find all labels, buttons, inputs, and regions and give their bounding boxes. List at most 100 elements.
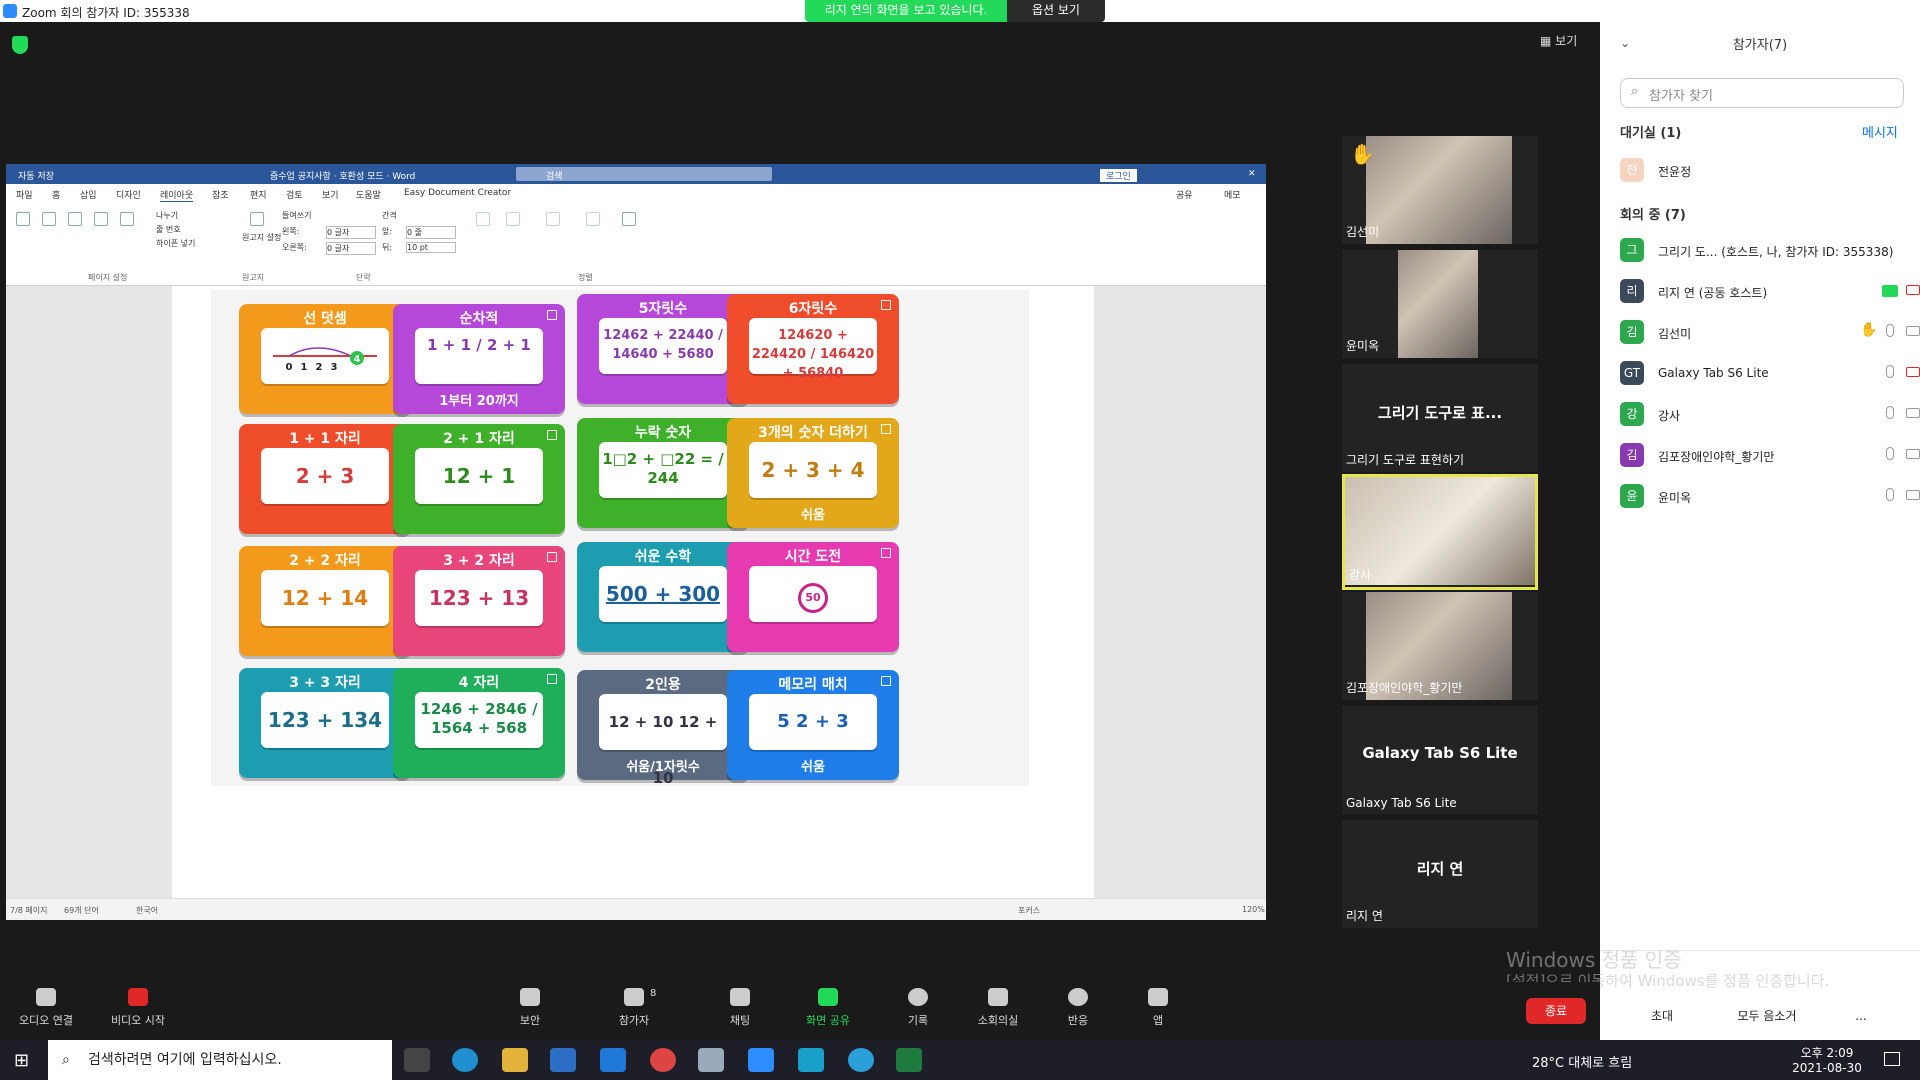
video-tile[interactable]: 그리기 도구로 표... 그리기 도구로 표현하기 [1342,364,1538,472]
in-meeting-header[interactable]: 회의 중 (7) [1620,204,1686,223]
share-screen-button[interactable]: 화면 공유 [788,988,868,1028]
page-count[interactable]: 7/8 페이지 [10,905,48,916]
task-view-icon[interactable] [404,1048,430,1072]
paint-icon[interactable] [650,1048,676,1072]
participant-row[interactable]: 리 리지 연 (공동 호스트) [1620,277,1920,307]
chat-button[interactable]: 채팅 [700,988,780,1028]
indent-left-input[interactable]: 0 글자 [326,226,376,239]
participant-row[interactable]: 김 김선미 ✋ [1620,318,1920,348]
file-explorer-icon[interactable] [502,1048,528,1072]
excel-icon[interactable] [896,1048,922,1072]
zoom-taskbar-icon[interactable] [748,1048,774,1072]
focus-button[interactable]: 포커스 [1018,905,1040,916]
end-meeting-button[interactable]: 종료 [1526,998,1586,1024]
size-icon[interactable] [94,212,108,226]
participant-row[interactable]: GT Galaxy Tab S6 Lite [1620,359,1920,389]
tab-references[interactable]: 참조 [212,188,229,201]
mail-icon[interactable] [600,1048,626,1072]
tab-home[interactable]: 홈 [52,188,60,201]
line-numbers-button[interactable]: 줄 번호 [156,224,181,235]
bring-forward-icon[interactable] [546,212,560,226]
participant-row[interactable]: 윤 윤미옥 [1620,482,1920,512]
taskbar-search-input[interactable]: ⌕ 검색하려면 여기에 입력하십시오. [48,1040,392,1080]
edge-icon[interactable] [452,1048,478,1072]
indent-right-input[interactable]: 0 글자 [326,242,376,255]
apps-button[interactable]: 앱 [1118,988,1198,1028]
app-icon[interactable] [698,1048,724,1072]
windows-start-icon[interactable]: ⊞ [14,1050,29,1071]
video-tile[interactable]: Galaxy Tab S6 Lite Galaxy Tab S6 Lite [1342,706,1538,814]
columns-icon[interactable] [120,212,134,226]
word-search-box[interactable]: 검색 [516,167,772,182]
card-line-addition: 선 덧셈 01234 [239,304,411,414]
video-tile[interactable]: 윤미옥 [1342,250,1538,358]
zoom-level[interactable]: 120% [1242,905,1265,914]
word-count[interactable]: 69개 단어 [64,905,99,916]
orientation-icon[interactable] [68,212,82,226]
view-options-button[interactable]: 옵션 보기 [1007,0,1105,22]
video-button[interactable]: 비디오 시작 [98,988,178,1028]
invite-button[interactable]: 초대 [1640,1004,1684,1028]
signin-button[interactable]: 로그인 [1100,169,1137,182]
word-close-icon[interactable]: ✕ [1248,169,1256,179]
video-tile[interactable]: 리지 연 리지 연 [1342,820,1538,928]
more-options-button[interactable]: ... [1844,1004,1878,1028]
wrap-text-icon[interactable] [506,212,520,226]
spacing-after-input[interactable]: 10 pt [406,242,456,253]
view-layout-button[interactable]: ▦ 보기 [1540,32,1577,49]
security-button[interactable]: 보안 [490,988,570,1028]
reactions-button[interactable]: 반응 [1038,988,1118,1028]
card-4-digit: 4 자리 1246 + 2846 / 1564 + 568 [393,668,565,778]
send-backward-icon[interactable] [586,212,600,226]
breakout-button[interactable]: 소회의실 [958,988,1038,1028]
tab-view[interactable]: 보기 [322,188,339,201]
telegram-icon[interactable] [848,1048,874,1072]
record-button[interactable]: 기록 [878,988,958,1028]
waiting-participant[interactable]: 전 전윤정 [1620,156,1920,186]
margins-icon[interactable] [42,212,56,226]
svg-text:4: 4 [354,354,361,365]
participants-button[interactable]: 참가자 8 [594,988,674,1028]
selection-pane-icon[interactable] [622,212,636,226]
participant-row[interactable]: 김 김포장애인야학_황기만 [1620,441,1920,471]
share-button[interactable]: 공유 [1176,188,1193,201]
svg-text:3: 3 [331,362,338,373]
audio-button[interactable]: 오디오 연결 [6,988,86,1028]
tab-layout[interactable]: 레이아웃 [160,188,194,203]
tab-insert[interactable]: 삽입 [80,188,97,201]
store-icon[interactable] [550,1048,576,1072]
weather-widget[interactable]: 28°C 대체로 흐림 [1532,1052,1632,1071]
zoom-logo-icon [3,4,17,18]
tab-design[interactable]: 디자인 [116,188,141,201]
participant-row[interactable]: 강 강사 [1620,400,1920,430]
tab-help[interactable]: 도움말 [356,188,381,201]
tab-review[interactable]: 검토 [286,188,303,201]
waiting-room-header[interactable]: 대기실 (1) [1620,122,1681,141]
language-indicator[interactable]: 한국어 [136,905,158,916]
video-tile[interactable]: 김포장애인야학_황기만 [1342,592,1538,700]
breaks-button[interactable]: 나누기 [156,210,178,221]
memo-button[interactable]: 메모 [1224,188,1241,201]
encryption-shield-icon[interactable] [12,36,28,54]
system-clock[interactable]: 오후 2:09 2021-08-30 [1790,1044,1864,1075]
position-icon[interactable] [476,212,490,226]
participant-row[interactable]: 그 그리기 도... (호스트, 나, 참가자 ID: 355338) [1620,236,1920,266]
text-direction-icon[interactable] [16,212,30,226]
tab-file[interactable]: 파일 [16,188,33,201]
paper-setup-button[interactable]: 원고지 설정 [242,232,281,243]
notification-icon[interactable] [1884,1052,1900,1066]
hyphenation-button[interactable]: 하이픈 넣기 [156,238,195,249]
tab-easy-doc[interactable]: Easy Document Creator [404,188,511,198]
video-tile[interactable]: ✋ 김선미 [1342,136,1538,244]
mute-all-button[interactable]: 모두 음소거 [1722,1004,1812,1028]
spacing-before-input[interactable]: 0 줄 [406,226,456,239]
autosave-label[interactable]: 자동 저장 [18,169,54,182]
svg-text:2: 2 [316,362,323,373]
app-icon[interactable] [798,1048,824,1072]
paper-icon[interactable] [250,212,264,226]
participant-search-input[interactable]: ⌕ 참가자 찾기 [1620,78,1904,108]
tab-mailings[interactable]: 편지 [250,188,267,201]
message-button[interactable]: 메시지 [1862,122,1898,141]
activation-watermark: Windows 정품 인증 [1506,948,1682,972]
video-tile-active-speaker[interactable]: 강사 [1342,474,1538,590]
